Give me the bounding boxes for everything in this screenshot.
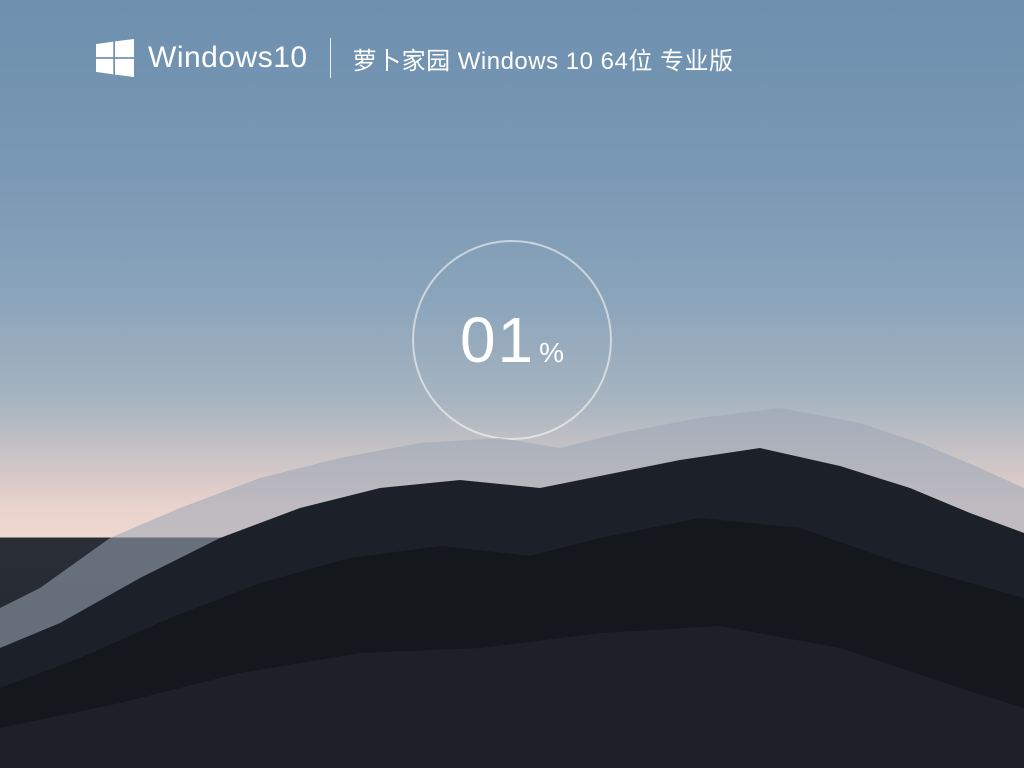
install-progress-screen: Windows10 萝卜家园 Windows 10 64位 专业版 01 % bbox=[0, 0, 1024, 768]
progress-ring bbox=[412, 240, 612, 440]
brand-text: Windows10 bbox=[148, 41, 308, 75]
windows-logo-icon bbox=[96, 39, 134, 77]
progress-indicator: 01 % bbox=[412, 240, 612, 440]
header: Windows10 萝卜家园 Windows 10 64位 专业版 bbox=[96, 38, 734, 78]
edition-text: 萝卜家园 Windows 10 64位 专业版 bbox=[353, 41, 734, 76]
header-divider bbox=[330, 38, 331, 78]
background-mountain bbox=[0, 388, 1024, 768]
